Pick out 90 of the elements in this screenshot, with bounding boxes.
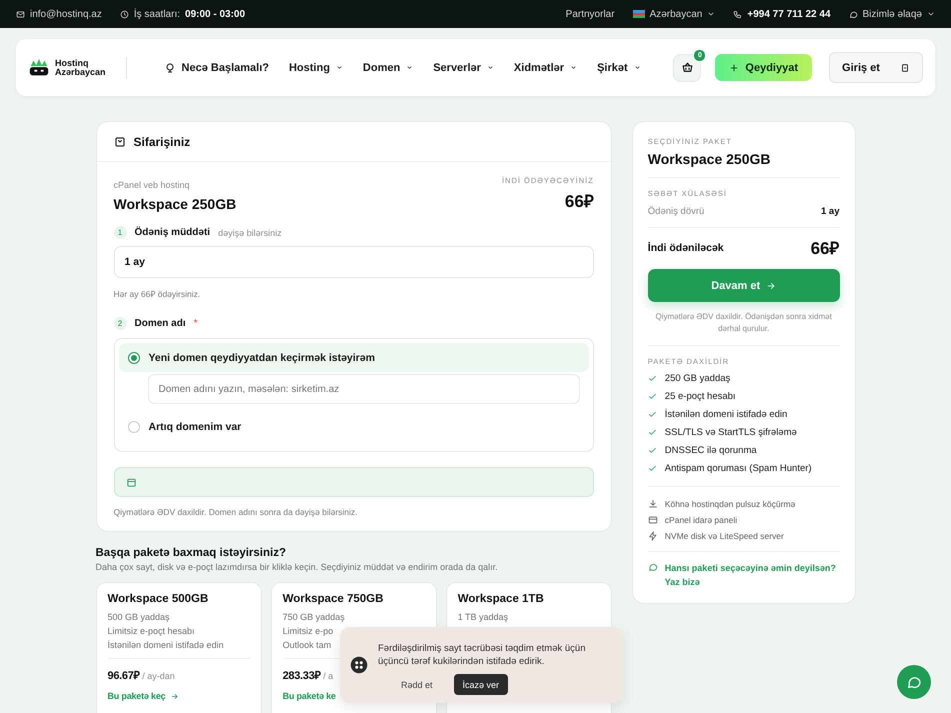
- nav-link[interactable]: Domen: [362, 62, 414, 74]
- plus-icon: [729, 62, 740, 72]
- cookie-text: Fərdiləşdirilmiş sayt təcrübəsi təqdim etmək üçün üçüncü tərəf kukilərindən istifadə edirik.: [378, 642, 586, 668]
- period-value: 1 ay: [821, 206, 840, 217]
- chat-icon: [648, 562, 658, 572]
- step-label: Ödəniş müddəti: [134, 227, 210, 238]
- product-name: Workspace 250GB: [114, 196, 236, 212]
- package-name: Workspace 250GB: [648, 151, 840, 178]
- package-name: Workspace 500GB: [108, 593, 210, 605]
- package-feature: 750 GB yaddaş: [282, 612, 345, 622]
- price: 66₽: [564, 191, 594, 212]
- contact-link[interactable]: Bizimlə əlaqə: [862, 8, 922, 20]
- reject-button[interactable]: Rədd et: [392, 674, 442, 696]
- bolt-icon: [648, 531, 658, 541]
- included-feature: Antispam qoruması (Spam Hunter): [664, 463, 812, 474]
- included-feature: İstənilən domeni istifadə edin: [664, 409, 788, 420]
- period-select[interactable]: 1 ay: [114, 246, 594, 278]
- package-price: 283.33₽: [282, 669, 320, 682]
- package-feature: 500 GB yaddaş: [108, 612, 170, 622]
- radio-button[interactable]: [128, 420, 140, 432]
- login-button[interactable]: Giriş et: [829, 52, 923, 83]
- included-feature: SSL/TLS və StartTLS şifrələmə: [664, 427, 797, 438]
- step-label: Domen adı: [134, 318, 186, 329]
- package-feature: 1 TB yaddaş: [458, 612, 508, 622]
- chevron-down-icon: [707, 10, 716, 18]
- clock-icon: [120, 10, 129, 18]
- period-label: Ödəniş dövrü: [648, 206, 704, 217]
- package-feature: Limitsiz e-po: [282, 626, 334, 636]
- step-number: 2: [114, 317, 126, 330]
- due-label: İndi ödəniləcək: [648, 242, 724, 254]
- nav-link[interactable]: Necə Başlamalı?: [164, 62, 269, 74]
- nav-link[interactable]: Şirkət: [597, 62, 641, 74]
- calendar-icon: [126, 476, 136, 488]
- logo-text: Hostinq: [55, 58, 90, 68]
- section-subtitle: Daha çox sayt, disk və e-poçt lazımdırsa bir kliklə keçin. Seçdiyiniz müddət və endirim orada da qalır.: [96, 562, 499, 572]
- price-period: / a: [323, 671, 334, 681]
- domain-input-field[interactable]: Domen adını yazın, məsələn: sirketim.az: [148, 374, 580, 404]
- window-icon: [648, 515, 658, 525]
- vat-note: Qiymətlərə ƏDV daxildir. Ödənişdən sonra xidmət dərhal qurulur.: [648, 311, 840, 346]
- option-label: Yeni domen qeydiyyatdan keçirmək istəyirəm: [148, 352, 375, 364]
- extra-feature: Köhnə hostinqdən pulsuz köçürmə: [664, 499, 796, 509]
- package-price: 96.67₽: [108, 669, 140, 682]
- domain-note: Qiymətlərə ƏDV daxildir. Domen adını sonra da dəyişə bilərsiniz.: [114, 507, 359, 517]
- section-title: Başqa paketə baxmaq istəyirsiniz?: [96, 547, 287, 559]
- arrow-right-icon: [766, 280, 776, 290]
- package-feature: Outlook tam: [282, 640, 332, 650]
- domain-option[interactable]: Yeni domen qeydiyyatdan keçirmək istəyirəm: [118, 343, 589, 372]
- option-label: Artıq domenim var: [148, 420, 242, 432]
- extra-feature: cPanel idarə paneli: [664, 515, 738, 525]
- logo-icon: [28, 56, 50, 78]
- flag-icon: [632, 10, 645, 18]
- radio-button[interactable]: [128, 352, 140, 364]
- included-feature: 250 GB yaddaş: [664, 373, 730, 384]
- email-link[interactable]: info@hostinq.az: [30, 8, 102, 20]
- envelope-icon: [16, 10, 25, 18]
- included-feature: DNSSEC ilə qorunma: [664, 445, 757, 456]
- chat-icon: [848, 10, 858, 18]
- step-number: 1: [114, 226, 126, 239]
- product-type: cPanel veb hostinq: [114, 180, 191, 190]
- hours-label: İş saatları:: [134, 8, 180, 20]
- nav-link[interactable]: Serverlər: [433, 62, 494, 74]
- phone-icon: [733, 10, 742, 18]
- phone-link[interactable]: +994 77 711 22 44: [747, 8, 831, 20]
- logo-subtext: Azərbaycan: [55, 68, 106, 76]
- hours-value: 09:00 - 03:00: [185, 8, 246, 20]
- download-icon: [648, 499, 658, 509]
- included-feature: 25 e-poçt hesabı: [664, 391, 736, 402]
- chevron-down-icon: [927, 10, 935, 18]
- due-amount: 66₽: [810, 238, 840, 259]
- nav-link[interactable]: Xidmətlər: [514, 62, 578, 74]
- package-name: Workspace 750GB: [282, 593, 384, 605]
- card-title: Sifarişiniz: [134, 134, 190, 148]
- step-hint: dəyişə bilərsiniz: [218, 228, 282, 238]
- domain-option[interactable]: Artıq domenim var: [118, 412, 589, 441]
- package-feature: Limitsiz e-poçt hesabı: [108, 626, 195, 636]
- partners-link[interactable]: Partnyorlar: [566, 8, 615, 20]
- basket-icon: [680, 61, 694, 74]
- language-selector[interactable]: Azərbaycan: [650, 8, 702, 20]
- accept-button[interactable]: İcazə ver: [454, 674, 508, 696]
- price-period: / ay-dan: [142, 671, 175, 681]
- register-button[interactable]: Qeydiyyat: [715, 54, 812, 81]
- required-mark: *: [194, 318, 198, 329]
- cookie-icon: [350, 656, 368, 674]
- extra-feature: NVMe disk və LiteSpeed server: [664, 531, 784, 541]
- chat-icon: [906, 674, 922, 690]
- nav-link[interactable]: Hosting: [288, 62, 343, 74]
- package-name: Workspace 1TB: [458, 593, 545, 605]
- period-note: Hər ay 66₽ ödəyirsiniz.: [114, 288, 202, 299]
- chat-button[interactable]: [897, 665, 931, 699]
- package-feature: İstənilən domeni istifadə edin: [108, 640, 224, 650]
